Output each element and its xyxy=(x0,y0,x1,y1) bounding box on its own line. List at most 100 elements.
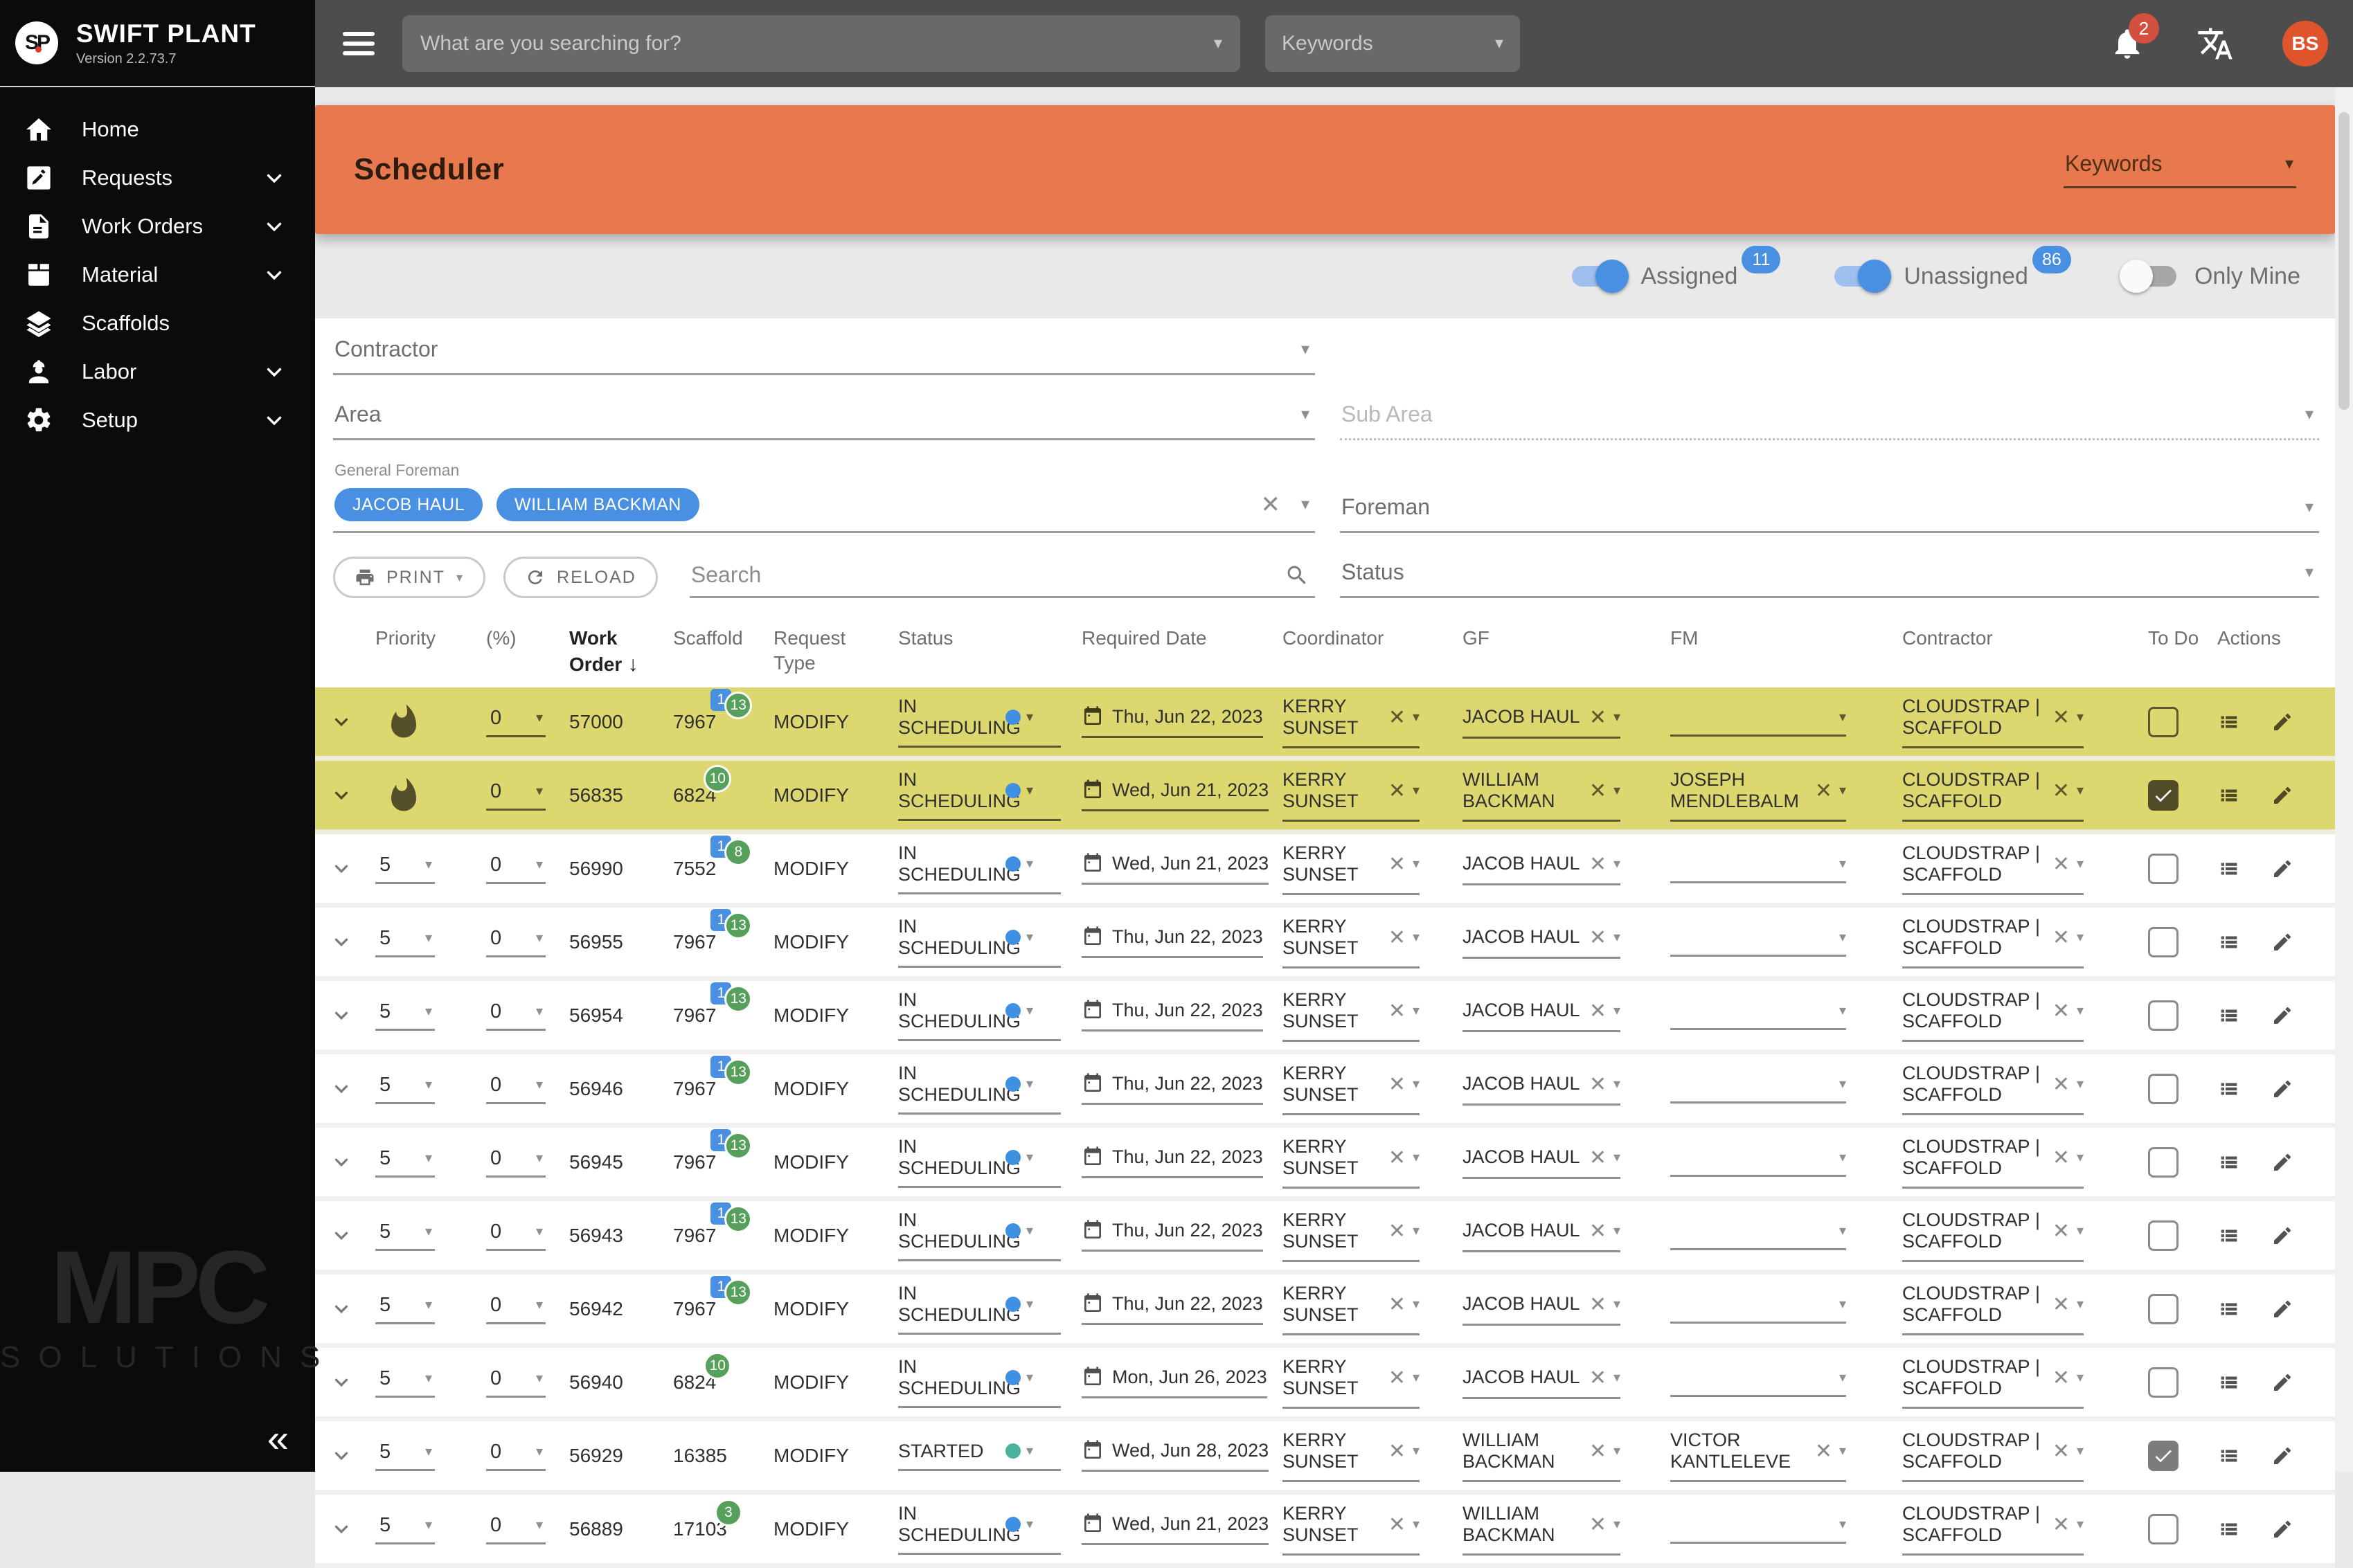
todo-checkbox[interactable] xyxy=(2148,1073,2178,1104)
clear-icon[interactable]: ✕ xyxy=(1589,705,1607,730)
coordinator-select[interactable]: KERRY SUNSET ✕ ▾ xyxy=(1282,769,1420,822)
gf-select[interactable]: JACOB HAUL ✕ ▾ xyxy=(1462,1146,1620,1179)
percent-select[interactable]: 0 ▾ xyxy=(486,780,546,811)
contractor-select[interactable]: CLOUDSTRAP | SCAFFOLD ✕ ▾ xyxy=(1902,1283,2084,1336)
row-edit-button[interactable] xyxy=(2271,931,2293,953)
gf-select[interactable]: JACOB HAUL ✕ ▾ xyxy=(1462,1072,1620,1106)
required-date-field[interactable]: Thu, Jun 22, 2023 xyxy=(1082,926,1263,959)
row-details-button[interactable] xyxy=(2217,1004,2241,1027)
clear-icon[interactable]: ✕ xyxy=(1388,852,1406,876)
todo-checkbox[interactable] xyxy=(2148,1293,2178,1324)
clear-icon[interactable]: ✕ xyxy=(1589,1219,1607,1243)
row-edit-button[interactable] xyxy=(2271,1298,2293,1320)
row-expand-chevron[interactable] xyxy=(329,710,354,735)
clear-icon[interactable]: ✕ xyxy=(1388,1366,1406,1390)
contractor-select[interactable]: CLOUDSTRAP | SCAFFOLD ✕ ▾ xyxy=(1902,696,2084,749)
row-expand-chevron[interactable] xyxy=(329,1223,354,1248)
clear-icon[interactable]: ✕ xyxy=(1589,1366,1607,1390)
user-avatar[interactable]: BS xyxy=(2282,21,2328,66)
percent-select[interactable]: 0 ▾ xyxy=(486,1441,546,1471)
fm-select[interactable]: ▾ xyxy=(1670,854,1846,884)
contractor-select[interactable]: CLOUDSTRAP | SCAFFOLD ✕ ▾ xyxy=(1902,916,2084,969)
priority-select[interactable]: 5 ▾ xyxy=(375,1074,435,1104)
sidebar-item-labor[interactable]: Labor xyxy=(0,348,315,396)
clear-icon[interactable]: ✕ xyxy=(2052,926,2070,950)
status-select[interactable]: IN SCHEDULING ▾ xyxy=(898,1136,1061,1189)
sidebar-collapse-button[interactable]: « xyxy=(267,1419,289,1458)
priority-select[interactable]: 5 ▾ xyxy=(375,1000,435,1031)
contractor-select[interactable]: CLOUDSTRAP | SCAFFOLD ✕ ▾ xyxy=(1902,1063,2084,1116)
status-select[interactable]: STARTED ▾ xyxy=(898,1441,1061,1471)
col-work-order[interactable]: Work Order ↓ xyxy=(561,626,665,678)
todo-checkbox[interactable] xyxy=(2148,1440,2178,1471)
clear-icon[interactable]: ✕ xyxy=(1589,1513,1607,1537)
clear-icon[interactable]: ✕ xyxy=(1388,1072,1406,1097)
row-expand-chevron[interactable] xyxy=(329,930,354,955)
coordinator-select[interactable]: KERRY SUNSET ✕ ▾ xyxy=(1282,1430,1420,1483)
coordinator-select[interactable]: KERRY SUNSET ✕ ▾ xyxy=(1282,842,1420,896)
gf-select[interactable]: JACOB HAUL ✕ ▾ xyxy=(1462,1292,1620,1326)
todo-checkbox[interactable] xyxy=(2148,780,2178,811)
percent-select[interactable]: 0 ▾ xyxy=(486,1074,546,1104)
priority-select[interactable]: 5 ▾ xyxy=(375,1367,435,1398)
assigned-switch[interactable] xyxy=(1571,260,1629,293)
status-select[interactable]: IN SCHEDULING ▾ xyxy=(898,1356,1061,1409)
todo-checkbox[interactable] xyxy=(2148,926,2178,957)
row-details-button[interactable] xyxy=(2217,857,2241,881)
contractor-filter[interactable]: Contractor ▾ xyxy=(333,331,1315,375)
row-details-button[interactable] xyxy=(2217,930,2241,954)
gf-select[interactable]: WILLIAM BACKMAN ✕ ▾ xyxy=(1462,769,1620,822)
required-date-field[interactable]: Wed, Jun 21, 2023 xyxy=(1082,852,1269,885)
status-select[interactable]: IN SCHEDULING ▾ xyxy=(898,1063,1061,1115)
clear-icon[interactable]: ✕ xyxy=(1589,926,1607,950)
priority-select[interactable]: 5 ▾ xyxy=(375,1294,435,1324)
coordinator-select[interactable]: KERRY SUNSET ✕ ▾ xyxy=(1282,1063,1420,1116)
fm-select[interactable]: ▾ xyxy=(1670,1220,1846,1251)
clear-icon[interactable]: ✕ xyxy=(1388,1513,1406,1537)
clear-icon[interactable]: ✕ xyxy=(1589,1072,1607,1097)
row-details-button[interactable] xyxy=(2217,1151,2241,1174)
percent-select[interactable]: 0 ▾ xyxy=(486,1220,546,1251)
unassigned-switch[interactable] xyxy=(1834,260,1892,293)
percent-select[interactable]: 0 ▾ xyxy=(486,927,546,957)
clear-icon[interactable]: ✕ xyxy=(1388,1146,1406,1170)
fm-select[interactable]: ▾ xyxy=(1670,1294,1846,1324)
todo-checkbox[interactable] xyxy=(2148,706,2178,737)
priority-select[interactable]: 5 ▾ xyxy=(375,1441,435,1471)
todo-checkbox[interactable] xyxy=(2148,1146,2178,1178)
contractor-select[interactable]: CLOUDSTRAP | SCAFFOLD ✕ ▾ xyxy=(1902,989,2084,1043)
percent-select[interactable]: 0 ▾ xyxy=(486,1147,546,1178)
global-search-input[interactable]: What are you searching for? ▾ xyxy=(402,15,1240,72)
fm-select[interactable]: ▾ xyxy=(1670,707,1846,737)
row-expand-chevron[interactable] xyxy=(329,783,354,808)
todo-checkbox[interactable] xyxy=(2148,853,2178,884)
only-mine-switch[interactable] xyxy=(2119,260,2176,293)
notifications-button[interactable]: 2 xyxy=(2109,13,2159,62)
row-expand-chevron[interactable] xyxy=(329,1003,354,1028)
scrollbar-thumb[interactable] xyxy=(2338,112,2350,410)
clear-icon[interactable]: ✕ xyxy=(2052,1513,2070,1537)
contractor-select[interactable]: CLOUDSTRAP | SCAFFOLD ✕ ▾ xyxy=(1902,1209,2084,1263)
priority-select[interactable]: 5 ▾ xyxy=(375,927,435,957)
foreman-filter[interactable]: Foreman ▾ xyxy=(1340,489,2319,533)
percent-select[interactable]: 0 ▾ xyxy=(486,1514,546,1544)
gf-select[interactable]: WILLIAM BACKMAN ✕ ▾ xyxy=(1462,1430,1620,1483)
required-date-field[interactable]: Thu, Jun 22, 2023 xyxy=(1082,1146,1263,1179)
required-date-field[interactable]: Mon, Jun 26, 2023 xyxy=(1082,1366,1267,1399)
clear-icon[interactable]: ✕ xyxy=(1388,1292,1406,1317)
status-select[interactable]: IN SCHEDULING ▾ xyxy=(898,696,1061,748)
required-date-field[interactable]: Wed, Jun 28, 2023 xyxy=(1082,1439,1269,1472)
global-keywords-select[interactable]: Keywords ▾ xyxy=(1265,15,1520,72)
clear-icon[interactable]: ✕ xyxy=(2052,1439,2070,1463)
fm-select[interactable]: ▾ xyxy=(1670,927,1846,957)
banner-keywords-select[interactable]: Keywords ▾ xyxy=(2064,151,2296,188)
coordinator-select[interactable]: KERRY SUNSET ✕ ▾ xyxy=(1282,1356,1420,1409)
sidebar-item-requests[interactable]: Requests xyxy=(0,154,315,202)
clear-icon[interactable]: ✕ xyxy=(1589,1146,1607,1170)
clear-icon[interactable]: ✕ xyxy=(1260,491,1280,519)
row-edit-button[interactable] xyxy=(2271,1225,2293,1247)
fm-select[interactable]: VICTOR KANTLELEVE ✕ ▾ xyxy=(1670,1430,1846,1483)
status-select[interactable]: IN SCHEDULING ▾ xyxy=(898,1503,1061,1556)
clear-icon[interactable]: ✕ xyxy=(2052,852,2070,876)
area-filter[interactable]: Area ▾ xyxy=(333,396,1315,440)
